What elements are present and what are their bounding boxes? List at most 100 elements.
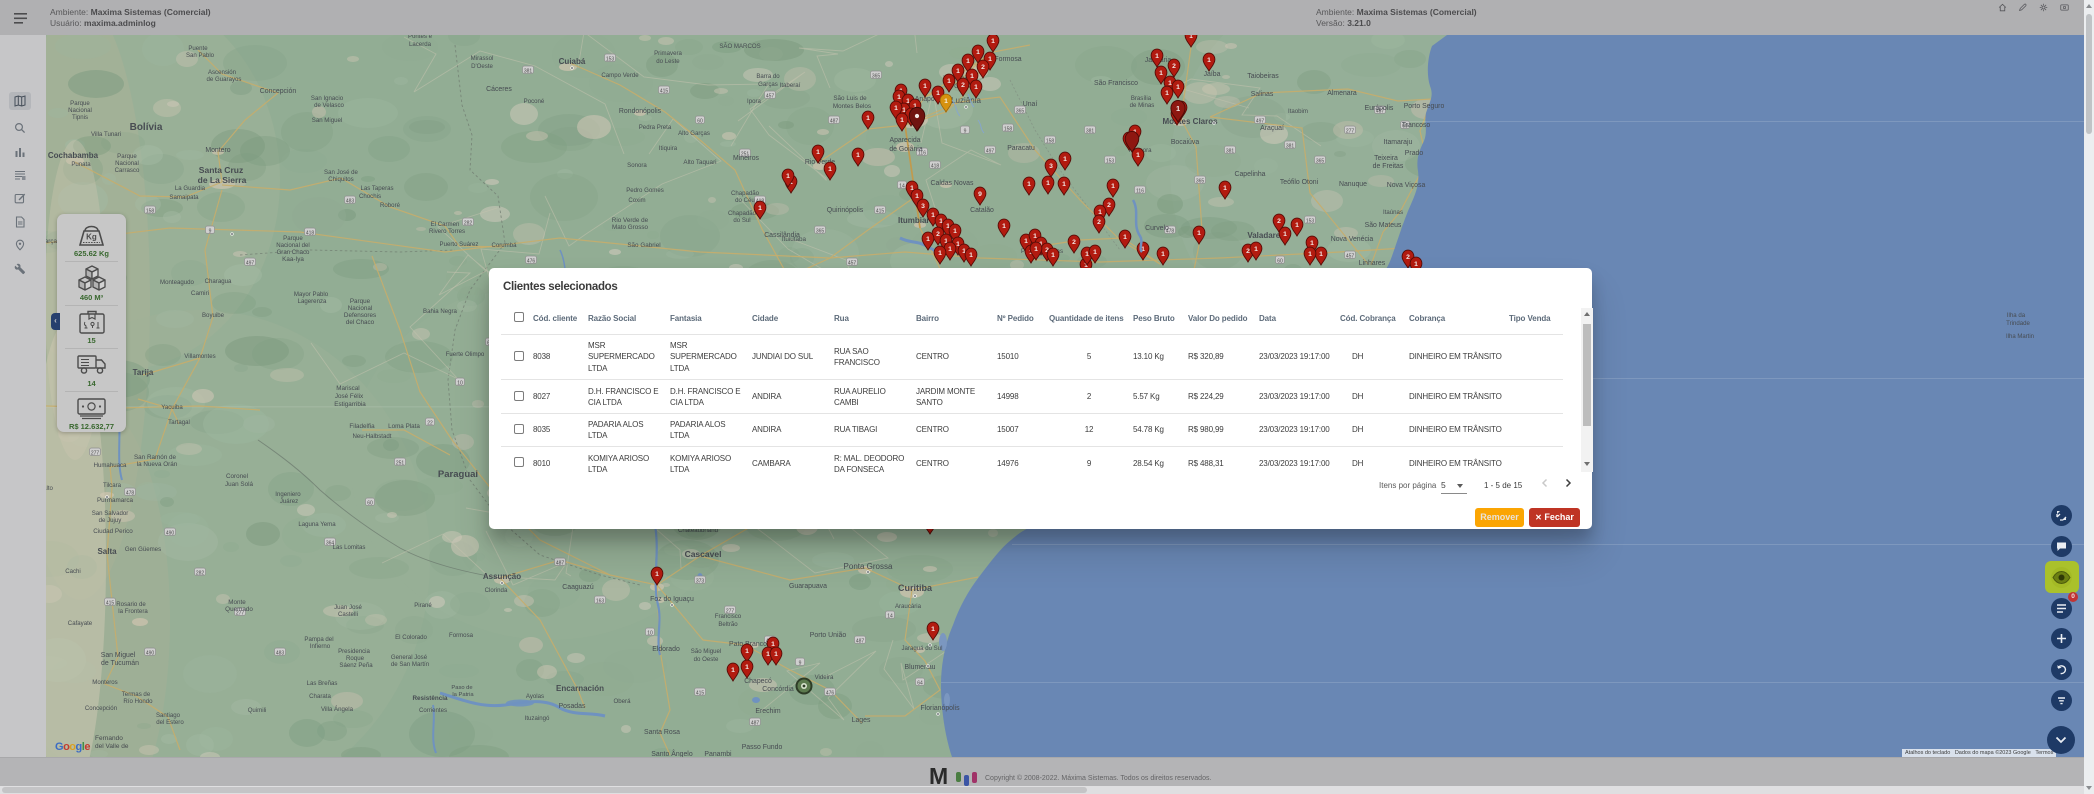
svg-text:Coronel: Coronel — [226, 473, 248, 480]
svg-text:1: 1 — [1085, 251, 1089, 258]
svg-text:Montes Belos: Montes Belos — [833, 103, 871, 110]
svg-text:1: 1 — [894, 105, 898, 112]
svg-text:Ciudad Perico: Ciudad Perico — [93, 528, 133, 535]
svg-text:1: 1 — [976, 49, 980, 56]
svg-text:SÃO MARCOS: SÃO MARCOS — [719, 43, 760, 50]
svg-text:Primavera: Primavera — [654, 50, 682, 57]
svg-text:1: 1 — [988, 56, 992, 63]
svg-text:1: 1 — [1161, 251, 1165, 258]
svg-text:Santiago: Santiago — [156, 712, 181, 719]
svg-text:Cuiabá: Cuiabá — [559, 57, 586, 66]
svg-text:General José: General José — [391, 654, 428, 661]
svg-text:1: 1 — [970, 73, 974, 80]
svg-text:2: 2 — [1406, 254, 1410, 261]
svg-text:San Miguel: San Miguel — [312, 117, 343, 124]
svg-text:1: 1 — [1093, 249, 1097, 256]
svg-text:Ituiutaba: Ituiutaba — [782, 236, 807, 243]
svg-text:1: 1 — [816, 149, 820, 156]
svg-text:1: 1 — [786, 173, 790, 180]
svg-text:1: 1 — [1223, 185, 1227, 192]
svg-text:Erechim: Erechim — [755, 708, 781, 715]
svg-text:60: 60 — [367, 500, 373, 506]
svg-text:Loma Plata: Loma Plata — [388, 423, 420, 430]
svg-text:Las Lomitas: Las Lomitas — [333, 544, 366, 551]
svg-text:Pampa del: Pampa del — [304, 636, 333, 643]
svg-text:Araucária: Araucária — [895, 603, 922, 610]
svg-text:Roboré: Roboré — [380, 202, 401, 209]
svg-text:Clorinda: Clorinda — [485, 587, 508, 594]
svg-text:Las Taperas: Las Taperas — [360, 185, 393, 192]
svg-text:1: 1 — [923, 83, 927, 90]
svg-text:Eurápolis: Eurápolis — [1365, 105, 1394, 112]
svg-text:277: 277 — [91, 450, 100, 456]
svg-text:153: 153 — [1306, 218, 1315, 224]
svg-text:1: 1 — [1207, 57, 1211, 64]
svg-text:Ingeniero: Ingeniero — [275, 491, 301, 498]
svg-text:1: 1 — [900, 117, 904, 124]
svg-text:de Velasco: de Velasco — [314, 102, 344, 109]
svg-text:Corrientes: Corrientes — [419, 707, 447, 714]
svg-text:de San Martín: de San Martín — [391, 661, 429, 668]
svg-text:2: 2 — [1072, 239, 1076, 246]
svg-text:Salto: Salto — [46, 485, 54, 492]
svg-text:San Salvador: San Salvador — [92, 510, 129, 517]
svg-text:Pirané: Pirané — [414, 602, 432, 609]
svg-text:3: 3 — [921, 203, 925, 210]
svg-text:1: 1 — [1308, 251, 1312, 258]
svg-text:Itaúnas: Itaúnas — [1383, 209, 1403, 216]
svg-text:Blumenau: Blumenau — [904, 664, 935, 671]
svg-text:1: 1 — [1310, 240, 1314, 247]
svg-text:64: 64 — [917, 680, 923, 686]
svg-text:Jaraguá do Sul: Jaraguá do Sul — [902, 645, 943, 652]
svg-text:Charata: Charata — [309, 693, 331, 700]
svg-text:Sonora: Sonora — [627, 162, 647, 169]
svg-text:Itaobim: Itaobim — [1288, 108, 1308, 115]
svg-text:Nacional: Nacional — [68, 107, 92, 114]
svg-text:de Jujuy: de Jujuy — [99, 517, 123, 524]
svg-text:Ascensión: Ascensión — [208, 69, 236, 76]
svg-text:373: 373 — [696, 578, 705, 584]
svg-text:1: 1 — [1165, 90, 1169, 97]
svg-text:483: 483 — [276, 650, 285, 656]
svg-text:do Céu: do Céu — [735, 197, 755, 204]
svg-text:381: 381 — [1086, 128, 1095, 134]
svg-text:418: 418 — [306, 230, 315, 236]
svg-text:1: 1 — [897, 94, 901, 101]
svg-text:Linhares: Linhares — [1359, 260, 1386, 267]
svg-text:1: 1 — [938, 250, 942, 257]
svg-text:457: 457 — [1346, 253, 1355, 259]
svg-text:22: 22 — [427, 420, 433, 426]
svg-text:Sáenz Peña: Sáenz Peña — [339, 662, 373, 669]
svg-text:Samaipata: Samaipata — [169, 194, 199, 201]
svg-text:Humahuaca: Humahuaca — [94, 462, 127, 469]
svg-text:Charagua: Charagua — [205, 278, 232, 285]
svg-text:San Ramón de: San Ramón de — [134, 454, 177, 461]
svg-text:1: 1 — [969, 252, 973, 259]
svg-text:Tipnis: Tipnis — [72, 114, 88, 121]
svg-text:282: 282 — [464, 220, 473, 226]
svg-text:Guarapuava: Guarapuava — [789, 583, 827, 590]
svg-text:Formosa: Formosa — [994, 56, 1021, 63]
svg-text:Ponta Grossa: Ponta Grossa — [844, 562, 893, 571]
svg-text:de Guarayos: de Guarayos — [207, 76, 242, 83]
svg-text:la Patria: la Patria — [452, 692, 474, 698]
svg-text:Juárez: Juárez — [280, 498, 298, 505]
svg-text:381: 381 — [1226, 148, 1235, 154]
svg-text:Mato Grosso: Mato Grosso — [612, 224, 649, 231]
svg-text:487: 487 — [830, 118, 839, 124]
svg-text:Taiobeiras: Taiobeiras — [1247, 73, 1279, 80]
svg-text:Nacional: Nacional — [115, 160, 139, 167]
svg-text:Chapadão: Chapadão — [728, 210, 757, 217]
svg-text:1: 1 — [966, 58, 970, 65]
svg-text:1: 1 — [1111, 183, 1115, 190]
svg-text:Bocaiúva: Bocaiúva — [1171, 139, 1200, 146]
svg-text:14: 14 — [899, 183, 905, 189]
svg-text:1: 1 — [1283, 231, 1287, 238]
svg-text:Yacuiba: Yacuiba — [161, 404, 183, 411]
svg-text:Jaíba: Jaíba — [1204, 71, 1221, 78]
svg-text:1: 1 — [1034, 246, 1038, 253]
svg-text:Rosario de: Rosario de — [116, 601, 146, 608]
svg-text:1: 1 — [1254, 246, 1258, 253]
svg-text:Parque: Parque — [70, 100, 90, 107]
svg-text:La Guardia: La Guardia — [175, 185, 206, 192]
